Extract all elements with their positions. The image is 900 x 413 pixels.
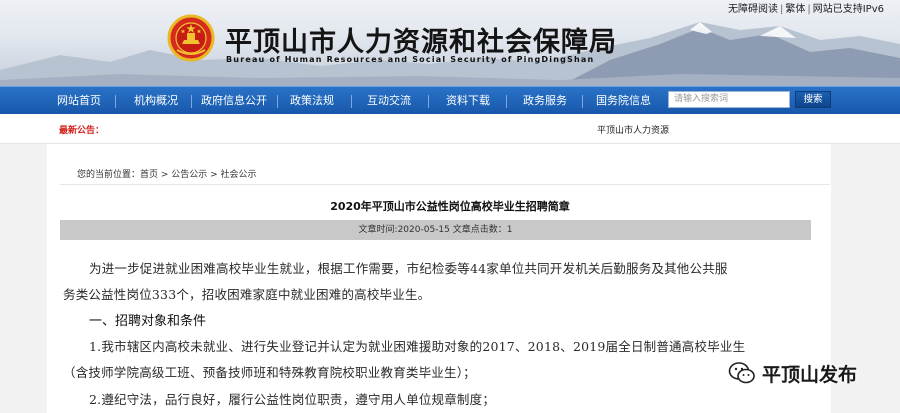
notice-bar: 最新公告： 平顶山市人力资源 bbox=[0, 114, 900, 144]
watermark: 平顶山发布 bbox=[728, 358, 857, 388]
search-button[interactable]: 搜索 bbox=[795, 91, 831, 108]
paragraph-line: （含技师学院高级工班、预备技师班和特殊教育院校职业教育类毕业生）； bbox=[63, 365, 476, 380]
paragraph-line: 务类公益性岗位333个，招收困难家庭中就业困难的高校毕业生。 bbox=[63, 287, 431, 302]
paragraph-line: 为进一步促进就业困难高校毕业生就业，根据工作需要，市纪检委等44家单位共同开发机… bbox=[89, 261, 728, 276]
site-title: 平顶山市人力资源和社会保障局 bbox=[225, 27, 617, 58]
article-meta: 文章时间:2020-05-15 文章点击数：1 bbox=[60, 220, 811, 240]
nav-item-gov-info[interactable]: 政府信息公开 bbox=[201, 87, 267, 115]
nav-divider bbox=[277, 95, 278, 108]
nav-item-about[interactable]: 机构概况 bbox=[134, 87, 178, 115]
nav-divider bbox=[115, 95, 116, 108]
ipv6-link[interactable]: 网站已支持IPv6 bbox=[811, 4, 886, 15]
left-gutter bbox=[0, 144, 47, 413]
nav-divider bbox=[428, 95, 429, 108]
breadcrumb: 您的当前位置：首页 > 公告公示 > 社会公示 bbox=[77, 170, 257, 180]
notice-message[interactable]: 平顶山市人力资源 bbox=[597, 123, 669, 136]
nav-item-downloads[interactable]: 资料下载 bbox=[446, 87, 490, 115]
accessible-reading-link[interactable]: 无障碍阅读 bbox=[726, 4, 780, 15]
nav-item-interaction[interactable]: 互动交流 bbox=[367, 87, 411, 115]
top-links: 无障碍阅读 | 繁体 | 网站已支持IPv6 bbox=[726, 0, 886, 15]
nav-item-services[interactable]: 政务服务 bbox=[523, 87, 567, 115]
traditional-chinese-link[interactable]: 繁体 bbox=[783, 4, 807, 15]
wechat-icon bbox=[728, 362, 755, 384]
divider bbox=[60, 184, 830, 185]
watermark-text: 平顶山发布 bbox=[762, 363, 858, 386]
nav-item-home[interactable]: 网站首页 bbox=[57, 87, 101, 115]
nav-item-policies[interactable]: 政策法规 bbox=[290, 87, 334, 115]
paragraph-line: 2.遵纪守法，品行良好，履行公益性岗位职责，遵守用人单位规章制度； bbox=[89, 392, 496, 407]
site-subtitle: Bureau of Human Resources and Social Sec… bbox=[226, 55, 595, 64]
notice-label: 最新公告： bbox=[59, 126, 105, 136]
section-heading: 一、招聘对象和条件 bbox=[89, 314, 207, 329]
nav-divider bbox=[191, 95, 192, 108]
article-title: 2020年平顶山市公益性岗位高校毕业生招聘简章 bbox=[330, 200, 570, 213]
national-emblem-icon bbox=[167, 14, 215, 62]
nav-divider bbox=[582, 95, 583, 108]
paragraph-line: 1.我市辖区内高校未就业、进行失业登记并认定为就业困难援助对象的2017、201… bbox=[89, 339, 746, 354]
search-input[interactable]: 请输入搜索词 bbox=[668, 91, 790, 108]
nav-item-state-council[interactable]: 国务院信息 bbox=[596, 87, 651, 115]
nav-divider bbox=[506, 95, 507, 108]
nav-divider bbox=[351, 95, 352, 108]
header-banner: 无障碍阅读 | 繁体 | 网站已支持IPv6 平顶山市人力资源和社会保障局 Bureau… bbox=[0, 0, 900, 86]
